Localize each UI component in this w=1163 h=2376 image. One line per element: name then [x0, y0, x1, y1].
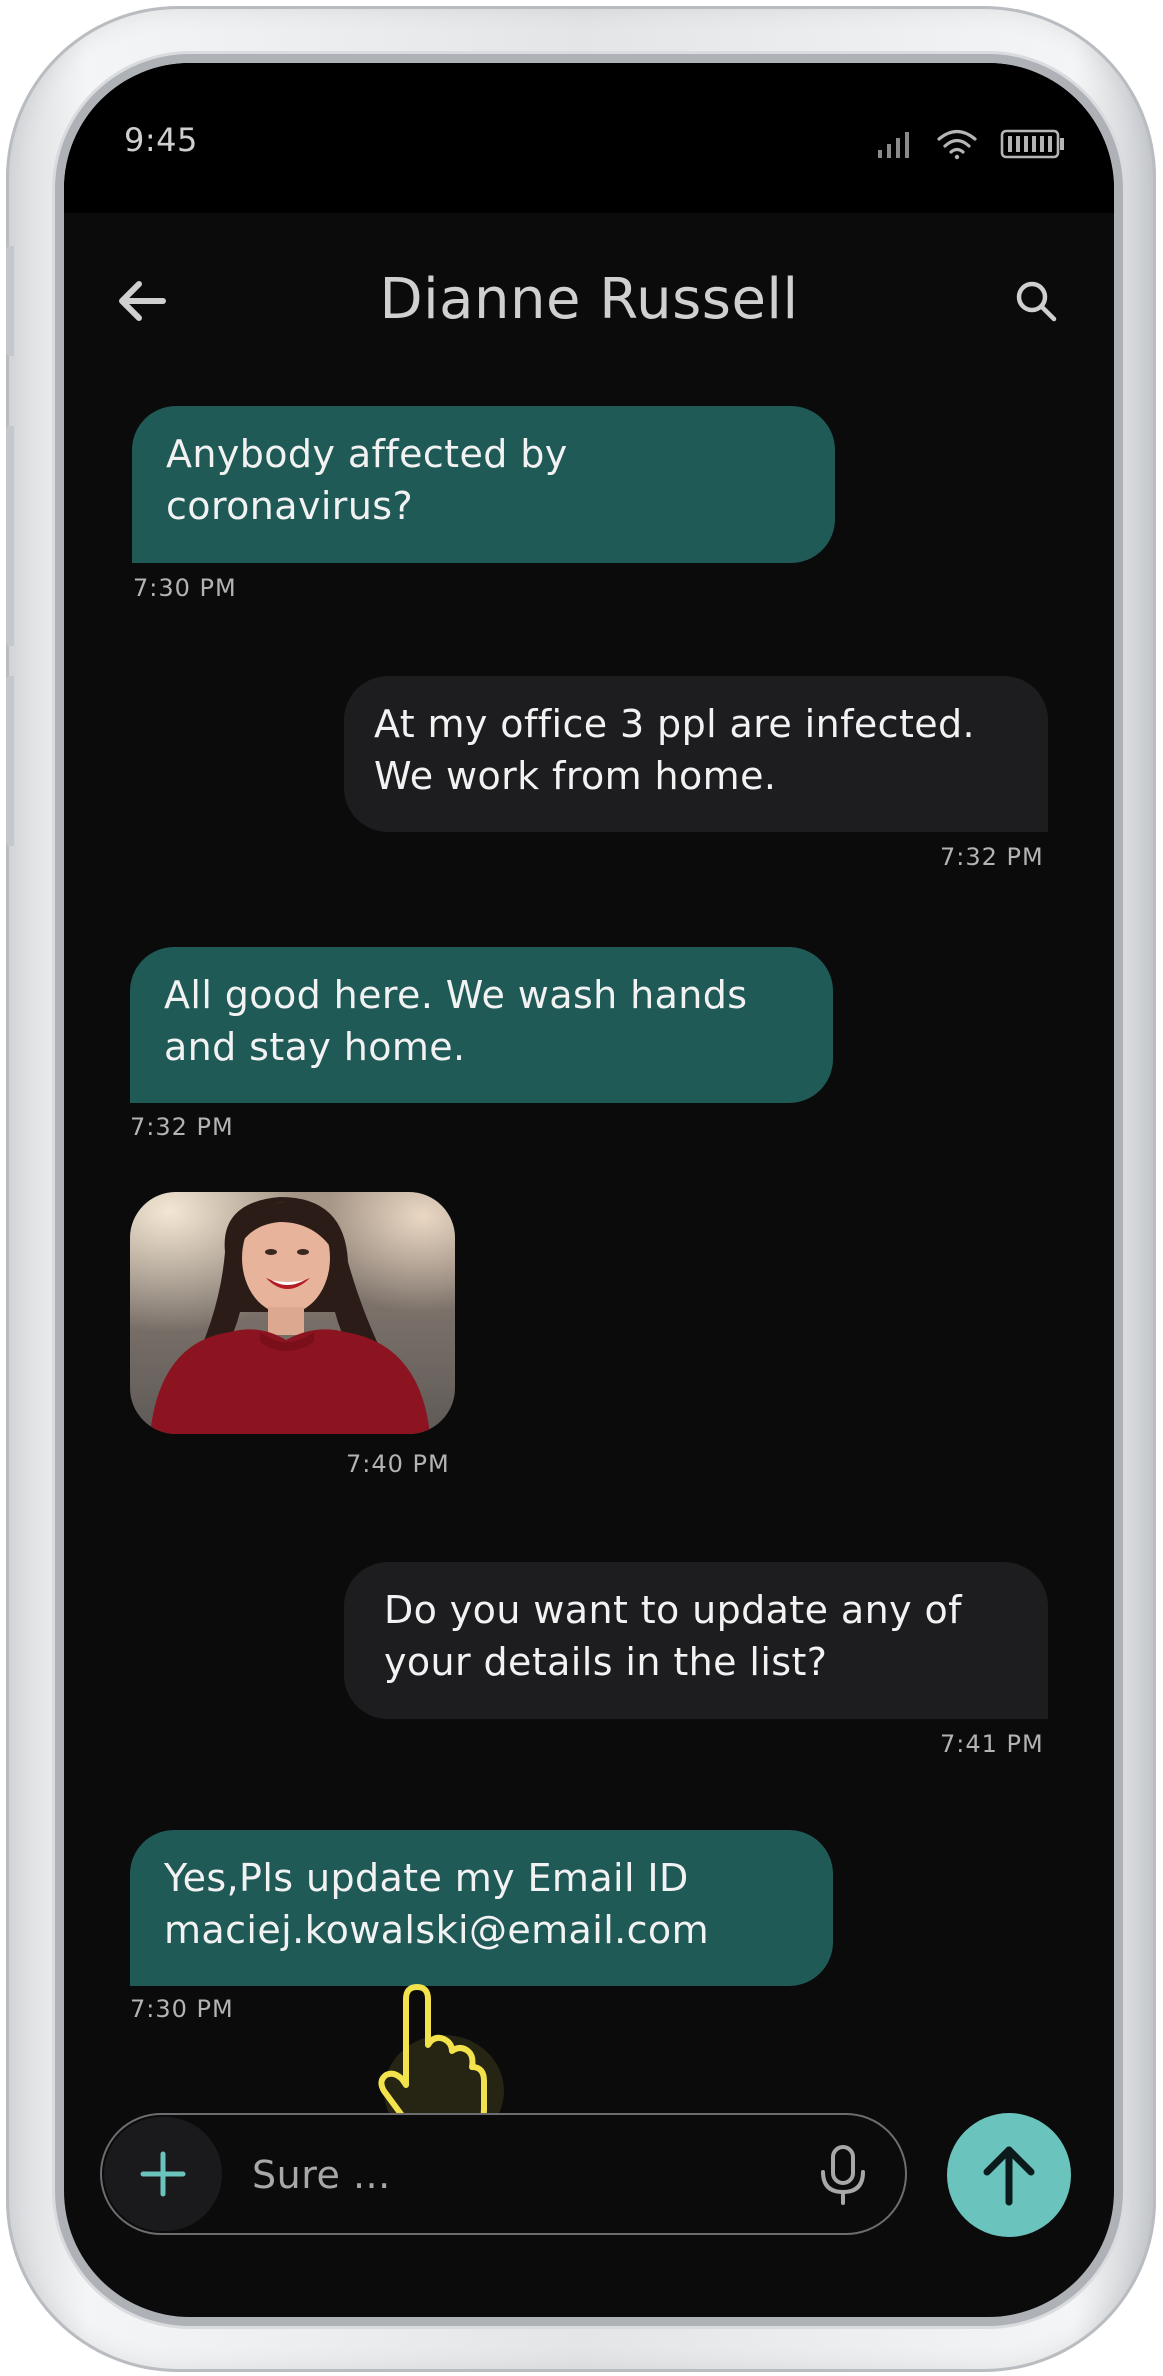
voice-button[interactable]	[811, 2143, 875, 2207]
message-timestamp: 7:30 PM	[130, 1995, 234, 2023]
message-line: Anybody affected by	[166, 432, 568, 476]
message-line: At my office 3 ppl are infected.	[374, 702, 976, 746]
signal-icon	[876, 130, 914, 162]
message-line: All good here. We wash hands	[164, 973, 748, 1017]
message-bubble-incoming[interactable]: All good here. We wash hands and stay ho…	[130, 947, 833, 1103]
contact-name: Dianne Russell	[379, 267, 799, 332]
message-line: maciej.kowalski@email.com	[164, 1908, 709, 1952]
message-line: Yes,Pls update my Email ID	[164, 1856, 689, 1900]
status-bar: 9:45	[64, 63, 1114, 213]
message-timestamp: 7:40 PM	[346, 1450, 450, 1478]
message-photo[interactable]	[130, 1192, 455, 1434]
phone-device: 9:45 Dianne Russell Anybody affected by …	[6, 6, 1156, 2372]
phone-screen: 9:45 Dianne Russell Anybody affected by …	[64, 63, 1114, 2317]
search-button[interactable]	[1006, 271, 1066, 331]
message-timestamp: 7:32 PM	[940, 843, 1044, 871]
message-timestamp: 7:30 PM	[133, 574, 237, 602]
message-line: coronavirus?	[166, 484, 414, 528]
microphone-icon	[821, 2145, 865, 2205]
message-composer	[100, 2113, 907, 2235]
message-input[interactable]	[252, 2145, 772, 2205]
chat-header: Dianne Russell	[64, 213, 1114, 388]
send-button[interactable]	[947, 2113, 1071, 2237]
message-bubble-outgoing[interactable]: At my office 3 ppl are infected. We work…	[344, 676, 1048, 832]
side-button	[6, 426, 14, 646]
battery-icon	[1000, 129, 1066, 163]
message-line: Do you want to update any of	[384, 1588, 962, 1632]
status-time: 9:45	[124, 121, 198, 159]
side-button	[6, 246, 14, 356]
side-button	[6, 676, 14, 846]
message-bubble-incoming[interactable]: Anybody affected by coronavirus?	[132, 406, 835, 563]
message-bubble-incoming[interactable]: Yes,Pls update my Email ID maciej.kowals…	[130, 1830, 833, 1986]
message-line: and stay home.	[164, 1025, 466, 1069]
message-line: We work from home.	[374, 754, 777, 798]
message-timestamp: 7:32 PM	[130, 1113, 234, 1141]
message-line: your details in the list?	[384, 1640, 828, 1684]
attach-button[interactable]	[104, 2117, 222, 2231]
search-icon	[1016, 281, 1057, 322]
wifi-icon	[936, 128, 978, 164]
status-icons	[876, 126, 1066, 166]
arrow-up-icon	[983, 2146, 1035, 2206]
message-bubble-outgoing[interactable]: Do you want to update any of your detail…	[344, 1562, 1048, 1719]
plus-icon	[140, 2151, 186, 2197]
woman-portrait-image	[130, 1192, 455, 1434]
message-timestamp: 7:41 PM	[940, 1730, 1044, 1758]
